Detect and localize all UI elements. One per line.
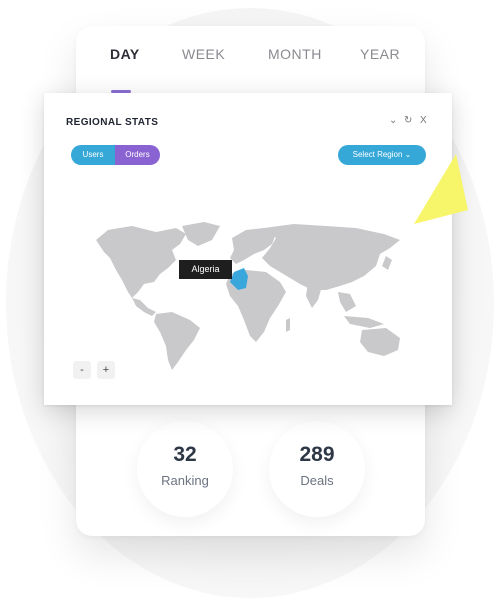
australia: [360, 328, 400, 356]
indonesia: [344, 316, 384, 328]
japan: [382, 256, 392, 270]
refresh-icon[interactable]: ↻: [404, 115, 412, 126]
north-america: [96, 226, 186, 298]
zoom-in-button[interactable]: +: [97, 361, 115, 379]
zoom-out-button[interactable]: -: [73, 361, 91, 379]
users-toggle-button[interactable]: Users: [71, 145, 115, 165]
asia: [262, 224, 400, 290]
users-orders-toggle: Users Orders: [71, 145, 160, 165]
southeast-asia: [338, 292, 356, 312]
ranking-value: 32: [173, 443, 197, 466]
widget-title: REGIONAL STATS: [66, 117, 159, 128]
tab-day[interactable]: DAY: [110, 46, 140, 62]
pointer-arrow-icon: [414, 154, 468, 224]
india: [306, 282, 322, 308]
madagascar: [286, 318, 290, 332]
central-america: [132, 298, 156, 316]
world-map[interactable]: [94, 220, 409, 372]
south-america: [154, 312, 200, 370]
regional-stats-widget: REGIONAL STATS ⌄ ↻ X Users Orders Select…: [44, 93, 452, 405]
orders-toggle-button[interactable]: Orders: [115, 145, 160, 165]
close-icon[interactable]: X: [420, 115, 427, 126]
tab-week[interactable]: WEEK: [182, 46, 225, 62]
deals-stat: 289 Deals: [269, 421, 365, 517]
deals-label: Deals: [300, 473, 334, 488]
country-tooltip: Algeria: [179, 260, 232, 279]
period-tabs: DAY WEEK MONTH YEAR: [76, 46, 425, 93]
chevron-down-icon[interactable]: ⌄: [389, 115, 397, 126]
tab-year[interactable]: YEAR: [360, 46, 400, 62]
ranking-label: Ranking: [161, 473, 209, 488]
greenland: [182, 222, 220, 246]
tab-month[interactable]: MONTH: [268, 46, 322, 62]
ranking-stat: 32 Ranking: [137, 421, 233, 517]
deals-value: 289: [299, 443, 335, 466]
